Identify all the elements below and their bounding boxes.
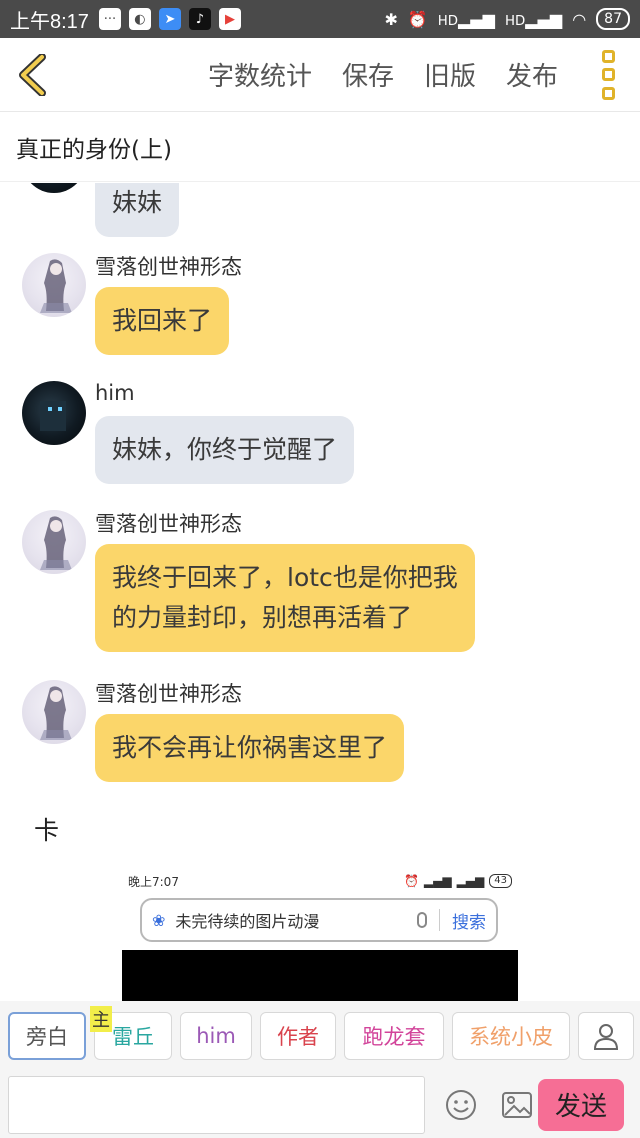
- role-label: 系统小皮: [469, 1025, 553, 1049]
- embedded-search-text: 未完待续的图片动漫: [175, 912, 320, 931]
- emoji-button[interactable]: [441, 1085, 481, 1125]
- status-bar: 上午8:17 ··· ◐ ➤ ♪ ▶ ✱ ⏰ HD▂▄▆ HD▂▄▆ ◠ 87: [0, 0, 640, 38]
- role-label: him: [196, 1024, 236, 1048]
- speaker-name: 雪落创世神形态: [95, 512, 242, 536]
- message-bubble[interactable]: 我回来了: [95, 287, 230, 355]
- character-portrait-icon: [40, 401, 66, 431]
- save-button[interactable]: 保存: [342, 56, 394, 93]
- embedded-status-icons: ⏰ ▂▄▆ ▂▄▆ 43: [404, 874, 512, 888]
- emoji-icon: [446, 1089, 476, 1120]
- status-time: 上午8:17: [10, 10, 89, 33]
- divider: [439, 909, 440, 931]
- message-bubble[interactable]: 妹妹，你终于觉醒了: [95, 416, 355, 484]
- wechat-icon: ◐: [128, 8, 151, 30]
- embedded-screenshot[interactable]: 晚上7:07 ⏰ ▂▄▆ ▂▄▆ 43 ❀ 未完待续的图片动漫 搜索: [120, 868, 520, 1001]
- narration-text[interactable]: 卡: [34, 811, 59, 847]
- tiktok-icon: ♪: [188, 8, 211, 30]
- message-line: 我终于回来了，lotc也是你把我: [112, 563, 458, 592]
- signal-icon: ▂▄▆: [423, 874, 452, 888]
- microphone-icon: [417, 912, 427, 928]
- editor-toolbar: 字数统计 保存 旧版 发布: [0, 38, 640, 112]
- play-store-icon: ▶: [218, 8, 241, 30]
- alarm-icon: ⏰: [403, 874, 419, 888]
- avatar-snow-goddess[interactable]: [22, 253, 86, 317]
- back-button[interactable]: [2, 38, 62, 112]
- role-button-leiqiu[interactable]: 主 雷丘: [90, 1006, 172, 1060]
- toolbar-actions: 字数统计 保存 旧版 发布: [178, 49, 628, 100]
- image-button[interactable]: [497, 1085, 537, 1125]
- message-icon: ···: [98, 8, 121, 30]
- embedded-image-area: [122, 950, 518, 1001]
- role-selector-bar: 旁白 主 雷丘 him 作者 跑龙套 系统小皮: [0, 1001, 640, 1071]
- publish-button[interactable]: 发布: [506, 56, 558, 93]
- character-portrait-icon: [40, 516, 72, 570]
- word-count-button[interactable]: 字数统计: [208, 56, 312, 93]
- embedded-search-box: ❀ 未完待续的图片动漫 搜索: [140, 898, 498, 942]
- avatar-him[interactable]: [22, 183, 86, 193]
- host-tag: 主: [90, 1006, 112, 1032]
- add-role-button[interactable]: [578, 1012, 634, 1060]
- signal-icon-1: HD▂▄▆: [437, 9, 495, 29]
- status-right: ✱ ⏰ HD▂▄▆ HD▂▄▆ ◠ 87: [384, 8, 630, 30]
- menu-dot-icon: [601, 86, 615, 100]
- message-bubble[interactable]: 妹妹: [95, 183, 180, 237]
- menu-dot-icon: [601, 49, 615, 63]
- message-input[interactable]: [8, 1075, 425, 1134]
- image-icon: [502, 1091, 532, 1118]
- menu-dot-icon: [601, 68, 615, 81]
- message-line: 的力量封印，别想再活着了: [112, 603, 413, 632]
- app-icon: ➤: [158, 8, 181, 30]
- old-version-button[interactable]: 旧版: [424, 56, 476, 93]
- role-label: 作者: [277, 1025, 319, 1049]
- paw-icon: ❀: [152, 910, 166, 930]
- speaker-name: him: [95, 381, 135, 405]
- embedded-time: 晚上7:07: [128, 874, 179, 889]
- embedded-status-bar: 晚上7:07 ⏰ ▂▄▆ ▂▄▆ 43: [120, 868, 520, 894]
- avatar-snow-goddess[interactable]: [22, 510, 86, 574]
- role-button-extra[interactable]: 跑龙套: [344, 1012, 444, 1060]
- embedded-search-button: 搜索: [452, 912, 486, 933]
- speaker-name: 雪落创世神形态: [95, 255, 242, 279]
- message-bubble[interactable]: 我终于回来了，lotc也是你把我 的力量封印，别想再活着了: [95, 544, 475, 652]
- user-icon: [593, 1024, 619, 1050]
- wifi-icon: ◠: [572, 9, 587, 29]
- chevron-left-icon: [19, 53, 46, 96]
- character-portrait-icon: [40, 259, 72, 313]
- avatar-snow-goddess[interactable]: [22, 680, 86, 744]
- chat-area[interactable]: 妹妹 雪落创世神形态 我回来了 him 妹妹，你终于觉醒了 雪落创世神形态 我终…: [0, 183, 640, 1001]
- signal-icon: ▂▄▆: [456, 874, 485, 888]
- document-title[interactable]: 真正的身份(上): [0, 112, 640, 182]
- role-label: 雷丘: [112, 1025, 154, 1049]
- more-menu-button[interactable]: [588, 49, 628, 100]
- send-button[interactable]: 发送: [538, 1078, 624, 1131]
- bluetooth-icon: ✱: [384, 9, 398, 29]
- avatar-him[interactable]: [22, 381, 86, 445]
- message-bubble[interactable]: 我不会再让你祸害这里了: [95, 714, 405, 782]
- role-button-author[interactable]: 作者: [260, 1012, 336, 1060]
- speaker-name: 雪落创世神形态: [95, 682, 242, 706]
- role-button-system[interactable]: 系统小皮: [452, 1012, 570, 1060]
- role-button-him[interactable]: him: [180, 1012, 252, 1060]
- signal-icon-2: HD▂▄▆: [504, 9, 563, 29]
- alarm-icon: ⏰: [407, 9, 428, 29]
- battery-indicator: 87: [596, 8, 630, 30]
- role-narrator-button[interactable]: 旁白: [8, 1012, 86, 1060]
- embedded-battery: 43: [489, 874, 512, 888]
- input-bar: 发送: [0, 1071, 640, 1138]
- role-label: 跑龙套: [362, 1025, 426, 1049]
- character-portrait-icon: [40, 686, 72, 740]
